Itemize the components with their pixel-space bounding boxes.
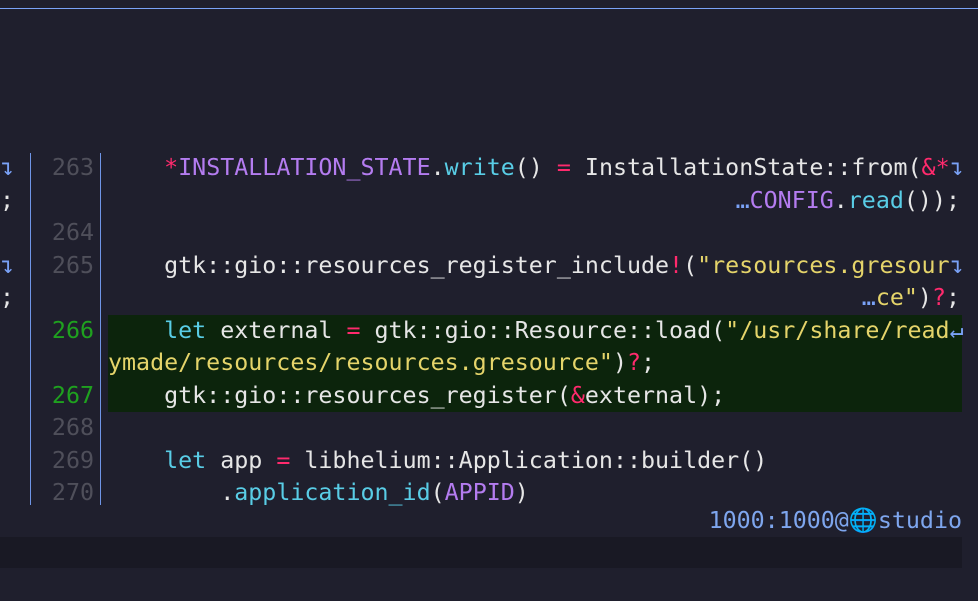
code-token: let xyxy=(164,446,207,474)
code-token: gtk::gio::resources_register_include xyxy=(164,251,670,279)
code-token: external xyxy=(206,316,347,344)
code-line: 267 gtk::gio::resources_register(&extern… xyxy=(0,380,978,413)
code-token: ce" xyxy=(875,284,918,311)
code-text[interactable]: …ce")?; xyxy=(862,282,960,315)
code-token: ) xyxy=(612,349,627,376)
line-number: 266 xyxy=(51,316,94,344)
code-token: CONFIG xyxy=(749,186,834,214)
top-border xyxy=(0,8,978,9)
semicolon-mark: ; xyxy=(0,284,15,311)
line-number: 267 xyxy=(51,381,94,409)
code-token: libhelium::Application::builder() xyxy=(290,446,768,474)
code-line: 269 let app = libhelium::Application::bu… xyxy=(0,445,978,478)
code-token: ↴ xyxy=(949,251,964,279)
wrap-arrow-icon: ↴ xyxy=(0,154,15,181)
code-token: ! xyxy=(669,251,684,279)
code-token: let xyxy=(164,316,207,344)
line-number: 270 xyxy=(51,479,94,506)
code-token: = xyxy=(556,154,571,181)
code-token: gtk::gio::Resource::load( xyxy=(360,316,726,344)
code-line: 265 gtk::gio::resources_register_include… xyxy=(0,250,978,283)
code-token: write xyxy=(444,154,515,181)
code-token: ↴ xyxy=(949,154,964,181)
code-token: INSTALLATION_STATE xyxy=(178,154,431,181)
semicolon-mark: ; xyxy=(0,186,15,214)
line-number: 268 xyxy=(51,414,94,441)
code-text[interactable]: ymade/resources/resources.gresource")?; xyxy=(108,347,655,380)
code-token: ) xyxy=(917,284,932,311)
code-line: 268 xyxy=(0,412,978,445)
code-line-continuation: ; …ce")?; xyxy=(0,282,978,315)
code-token: read xyxy=(847,186,904,214)
code-line-wrap: ymade/resources/resources.gresource")?; xyxy=(0,347,978,380)
code-token: &* xyxy=(921,154,950,181)
code-token: application_id xyxy=(234,479,431,506)
code-line: 263 *INSTALLATION_STATE.write() = Instal… xyxy=(0,152,978,185)
code-text[interactable]: gtk::gio::resources_register_include!("r… xyxy=(108,250,964,283)
code-token: . xyxy=(833,186,848,214)
code-token: . xyxy=(430,154,445,181)
code-token: = xyxy=(346,316,361,344)
code-token: … xyxy=(735,186,750,214)
line-number: 264 xyxy=(51,219,94,246)
code-token: ( xyxy=(683,251,698,279)
code-token: ? xyxy=(626,349,641,376)
code-token: ? xyxy=(931,284,946,311)
code-token: = xyxy=(276,446,291,474)
code-text[interactable] xyxy=(108,217,164,250)
user-label: 1000:1000@ xyxy=(708,507,849,534)
code-token: ()); xyxy=(903,186,960,214)
code-token: * xyxy=(164,154,179,181)
code-token: ) xyxy=(514,479,529,506)
code-token: & xyxy=(570,381,585,409)
code-token: gtk::gio::resources_register( xyxy=(164,381,571,409)
code-text[interactable] xyxy=(108,412,164,445)
code-token: InstallationState::from( xyxy=(570,154,922,181)
code-line: 266 let external = gtk::gio::Resource::l… xyxy=(0,315,978,348)
status-prompt: 1000:1000@🌐studio xyxy=(709,505,962,537)
code-line-continuation: ; …CONFIG.read()); xyxy=(0,185,978,218)
code-token: "resources.gresour xyxy=(697,251,950,279)
wrap-arrow-icon: ↴ xyxy=(0,251,15,279)
code-token: . xyxy=(164,479,235,506)
command-bar[interactable] xyxy=(0,537,962,568)
code-text[interactable]: gtk::gio::resources_register(&external); xyxy=(108,380,725,413)
line-number: 269 xyxy=(51,446,94,474)
code-token: app xyxy=(206,446,277,474)
code-token: ymade/resources/resources.gresource" xyxy=(108,349,613,376)
code-token: APPID xyxy=(444,479,515,506)
code-token: … xyxy=(861,284,876,311)
code-token: "/usr/share/read xyxy=(725,316,950,344)
code-token: ↵ xyxy=(949,316,964,344)
code-text[interactable]: …CONFIG.read()); xyxy=(736,185,960,218)
code-line: 264 xyxy=(0,217,978,250)
code-text[interactable]: .application_id(APPID) xyxy=(108,477,529,510)
line-number: 263 xyxy=(51,154,94,181)
line-number: 265 xyxy=(51,251,94,279)
code-text[interactable]: let app = libhelium::Application::builde… xyxy=(108,445,767,478)
code-token: () xyxy=(514,154,557,181)
code-token: external); xyxy=(584,381,726,409)
code-text[interactable]: *INSTALLATION_STATE.write() = Installati… xyxy=(108,152,964,185)
code-token: ( xyxy=(430,479,445,506)
code-token: ; xyxy=(641,349,656,376)
code-text[interactable]: let external = gtk::gio::Resource::load(… xyxy=(108,315,964,348)
globe-icon: 🌐 xyxy=(848,507,878,534)
host-label: studio xyxy=(877,507,962,534)
code-token: ; xyxy=(945,284,960,311)
